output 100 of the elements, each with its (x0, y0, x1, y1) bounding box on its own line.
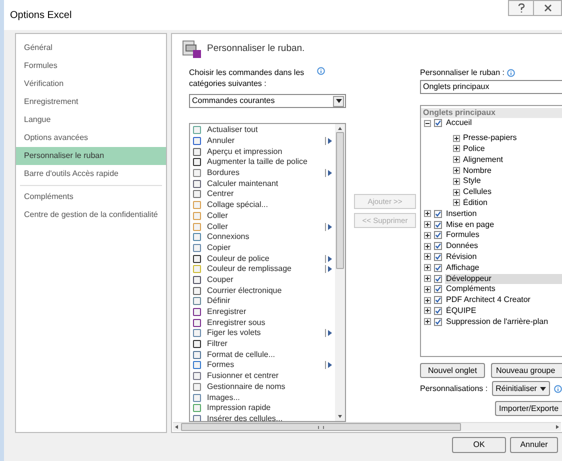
horizontal-scrollbar[interactable] (173, 422, 561, 431)
expander-icon[interactable] (453, 199, 460, 206)
expander-icon[interactable] (453, 145, 460, 152)
expander-icon[interactable] (424, 264, 431, 272)
tree-item[interactable]: Édition (463, 198, 488, 208)
sidebar-item[interactable]: Langue (16, 111, 166, 129)
command-item[interactable]: Gestionnaire de noms (207, 382, 286, 392)
command-item[interactable]: Aperçu et impression (207, 146, 282, 157)
import-export-button[interactable]: Importer/Exporte (495, 401, 562, 416)
checkbox[interactable] (434, 252, 442, 261)
command-item[interactable]: Bordures (207, 168, 240, 178)
command-item[interactable]: Collage spécial... (207, 200, 268, 210)
tree-item[interactable]: Alignement (463, 154, 504, 165)
command-item[interactable]: Impression rapide (207, 403, 271, 414)
checkbox[interactable] (434, 285, 442, 294)
expander-icon[interactable] (424, 232, 431, 239)
expander-icon[interactable] (424, 296, 431, 304)
new-tab-button[interactable]: Nouvel onglet (420, 363, 485, 378)
scroll-left-icon[interactable] (173, 424, 181, 430)
checkbox[interactable] (434, 264, 442, 272)
expander-icon[interactable] (453, 134, 460, 142)
command-item[interactable]: Définir (207, 296, 230, 306)
command-item[interactable]: Filtrer (207, 339, 228, 350)
command-item[interactable]: Fusionner et centrer (207, 371, 279, 382)
command-item[interactable]: Actualiser tout (207, 125, 258, 136)
checkbox[interactable] (434, 231, 442, 240)
tree-item[interactable]: PDF Architect 4 Creator (445, 295, 530, 306)
expander-icon[interactable] (424, 210, 431, 218)
ok-button[interactable]: OK (452, 437, 506, 453)
expander-icon[interactable] (424, 120, 431, 127)
checkbox[interactable] (434, 274, 442, 283)
command-item[interactable]: Formes (207, 360, 234, 370)
sidebar-item[interactable]: Formules (16, 57, 166, 75)
tree-item[interactable]: Données (445, 241, 478, 252)
sidebar-item[interactable]: Compléments (16, 188, 166, 206)
sidebar-item[interactable]: Vérification (16, 75, 166, 93)
expander-icon[interactable] (424, 253, 431, 260)
expander-icon[interactable] (424, 318, 431, 326)
sidebar-item[interactable]: Personnaliser le ruban (16, 147, 166, 165)
expander-icon[interactable] (424, 307, 431, 314)
tree-item[interactable]: Mise en page (445, 220, 494, 230)
command-item[interactable]: Format de cellule... (207, 350, 276, 360)
checkbox[interactable] (434, 306, 442, 315)
command-item[interactable]: Connexions (207, 232, 250, 242)
tree-item[interactable]: Presse-papiers (463, 133, 517, 144)
expander-icon[interactable] (453, 188, 460, 196)
expander-icon[interactable] (424, 221, 431, 228)
command-item[interactable]: Couleur de remplissage (207, 264, 292, 274)
checkbox[interactable] (434, 242, 442, 250)
expander-icon[interactable] (424, 242, 431, 250)
tree-item[interactable]: Suppression de l'arrière-plan (445, 316, 548, 327)
sidebar-item[interactable]: Options avancées (16, 129, 166, 147)
tree-item[interactable]: Affichage (445, 262, 480, 273)
category-dropdown[interactable]: Commandes courantes (189, 94, 346, 108)
tree-item[interactable]: Insertion (445, 208, 477, 219)
tree-item[interactable]: Style (463, 176, 481, 186)
new-group-button[interactable]: Nouveau groupe (491, 363, 562, 378)
command-item[interactable]: Centrer (207, 189, 234, 200)
command-item[interactable]: Enregistrer sous (207, 318, 266, 328)
tabs-dropdown[interactable]: Onglets principaux (420, 80, 562, 94)
tree-item[interactable]: Développeur (445, 274, 562, 284)
expander-icon[interactable] (424, 286, 431, 293)
expander-icon[interactable] (453, 167, 460, 174)
checkbox[interactable] (434, 210, 442, 218)
command-item[interactable]: Coller (207, 210, 228, 221)
vertical-scrollbar[interactable] (335, 124, 345, 421)
sidebar-item[interactable]: Barre d'outils Accès rapide (16, 165, 166, 183)
tree-item[interactable]: Accueil (445, 118, 472, 128)
command-item[interactable]: Couleur de police (207, 254, 270, 264)
checkbox[interactable] (434, 296, 442, 304)
command-item[interactable]: Coller (207, 222, 228, 232)
help-button[interactable] (508, 0, 534, 16)
tree-item[interactable]: Cellules (463, 187, 492, 198)
sidebar-item[interactable]: Enregistrement (16, 93, 166, 111)
expander-icon[interactable] (453, 156, 460, 164)
tree-item[interactable]: Formules (445, 230, 480, 240)
sidebar-item[interactable]: Général (16, 39, 166, 57)
checkbox[interactable] (434, 119, 442, 128)
command-item[interactable]: Images... (207, 392, 240, 403)
checkbox[interactable] (434, 318, 442, 326)
command-item[interactable]: Enregistrer (207, 307, 246, 318)
command-item[interactable]: Insérer des cellules... (207, 414, 283, 421)
command-item[interactable]: Courrier électronique (207, 286, 282, 296)
tree-item[interactable]: Compléments (445, 284, 496, 294)
tree-item[interactable]: Nombre (463, 166, 492, 176)
command-item[interactable]: Copier (207, 242, 231, 253)
scroll-right-icon[interactable] (553, 424, 561, 430)
reset-button[interactable]: Réinitialiser (492, 381, 550, 396)
command-item[interactable]: Figer les volets (207, 328, 261, 338)
cancel-button[interactable]: Annuler (510, 437, 558, 453)
command-item[interactable]: Augmenter la taille de police (207, 157, 308, 168)
command-item[interactable]: Calculer maintenant (207, 178, 278, 189)
command-item[interactable]: Annuler (207, 136, 235, 146)
expander-icon[interactable] (424, 275, 431, 282)
tree-item[interactable]: Révision (445, 252, 477, 262)
tree-item[interactable]: ÉQUIPE (445, 306, 476, 316)
sidebar-item[interactable]: Centre de gestion de la confidentialité (16, 206, 166, 224)
expander-icon[interactable] (453, 178, 460, 185)
close-button[interactable] (534, 0, 562, 16)
checkbox[interactable] (434, 220, 442, 229)
